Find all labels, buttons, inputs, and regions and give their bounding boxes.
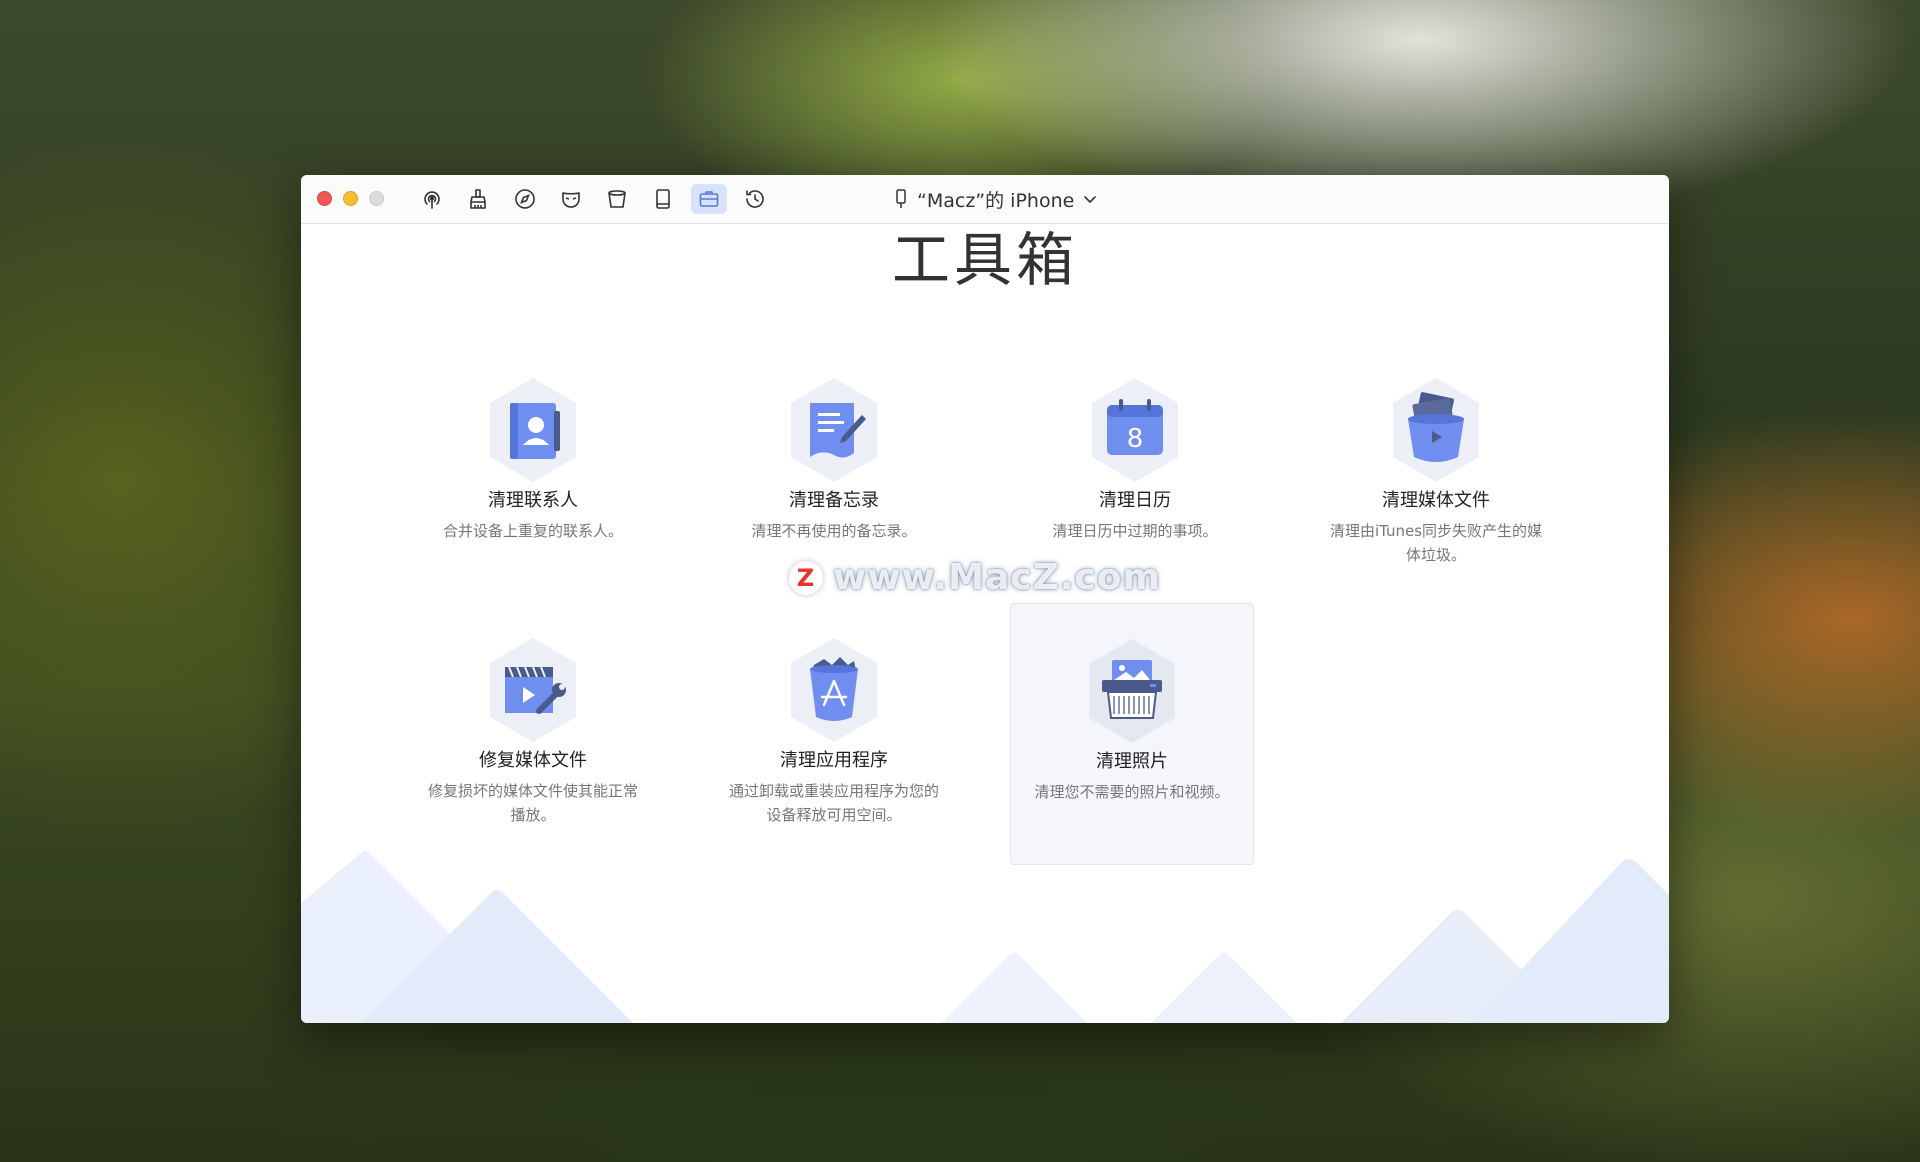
zoom-window-button[interactable] <box>369 191 384 206</box>
watermark-logo: Z <box>789 560 823 595</box>
calendar-day: 8 <box>1127 424 1144 454</box>
tool-name: 清理应用程序 <box>780 750 888 771</box>
tool-name: 修复媒体文件 <box>479 750 587 771</box>
toolbar-browser-button[interactable] <box>507 184 543 214</box>
tool-repair-media[interactable]: 修复媒体文件 修复损坏的媒体文件使其能正常播放。 <box>411 635 655 827</box>
media-hex <box>1386 375 1486 485</box>
repair-media-hex <box>483 635 583 745</box>
tool-clean-contacts[interactable]: 清理联系人 合并设备上重复的联系人。 <box>411 375 655 543</box>
app-window: “Macz”的 iPhone 工具箱 清理联系人 合并设备上重复的联系人。 清理… <box>301 175 1669 1023</box>
toolbar-trash-button[interactable] <box>599 184 635 214</box>
watermark-text: www.MacZ.com <box>833 557 1161 598</box>
chevron-down-icon <box>1084 196 1097 204</box>
page-title: 工具箱 <box>891 226 1078 294</box>
history-clock-icon <box>746 190 764 208</box>
contacts-hex <box>483 375 583 485</box>
tool-clean-apps[interactable]: 清理应用程序 通过卸载或重装应用程序为您的设备释放可用空间。 <box>712 635 956 827</box>
toolbar-history-button[interactable] <box>737 184 773 214</box>
tool-clean-notes[interactable]: 清理备忘录 清理不再使用的备忘录。 <box>712 375 956 543</box>
photo-hex <box>1082 636 1182 746</box>
photo-shredder-icon <box>1089 639 1175 743</box>
toolbox-icon <box>699 191 719 207</box>
tool-desc: 修复损坏的媒体文件使其能正常播放。 <box>427 782 638 824</box>
device-name: “Macz”的 iPhone <box>917 189 1075 212</box>
watermark: Z www.MacZ.com <box>789 557 1161 598</box>
tablet-icon <box>656 189 670 209</box>
notes-hex <box>784 375 884 485</box>
tool-desc: 清理您不需要的照片和视频。 <box>1034 783 1230 801</box>
calendar-icon: 8 <box>1092 378 1178 482</box>
tool-desc: 清理日历中过期的事项。 <box>1052 522 1218 540</box>
toolbar-clean-button[interactable] <box>460 184 496 214</box>
tool-clean-photos[interactable]: 清理照片 清理您不需要的照片和视频。 <box>1010 603 1254 865</box>
phone-icon <box>896 189 906 208</box>
toolbar-privacy-button[interactable] <box>553 184 589 214</box>
close-window-button[interactable] <box>317 191 332 206</box>
tool-name: 清理照片 <box>1096 751 1168 772</box>
tool-desc: 清理不再使用的备忘录。 <box>751 522 917 540</box>
notes-icon <box>791 378 877 482</box>
toolbar-device-button[interactable] <box>645 184 681 214</box>
trash-bin-icon <box>608 190 626 208</box>
safari-icon <box>515 189 535 209</box>
app-hex <box>784 635 884 745</box>
broom-icon <box>470 189 486 209</box>
tool-desc: 通过卸载或重装应用程序为您的设备释放可用空间。 <box>728 782 939 824</box>
mask-icon <box>562 192 580 208</box>
app-trash-icon <box>791 638 877 742</box>
tool-name: 清理备忘录 <box>789 490 879 511</box>
tool-name: 清理日历 <box>1099 490 1171 511</box>
toolbar-airplay-button[interactable] <box>414 184 450 214</box>
calendar-hex: 8 <box>1085 375 1185 485</box>
background-mountains <box>301 851 1669 1023</box>
tool-clean-media[interactable]: 清理媒体文件 清理由iTunes同步失败产生的媒体垃圾。 <box>1314 375 1558 567</box>
toolbar-toolbox-button[interactable] <box>691 184 727 214</box>
contacts-icon <box>490 378 576 482</box>
media-trash-icon <box>1393 378 1479 482</box>
tool-name: 清理联系人 <box>488 490 578 511</box>
tool-name: 清理媒体文件 <box>1382 490 1490 511</box>
minimize-window-button[interactable] <box>343 191 358 206</box>
repair-media-icon <box>490 638 576 742</box>
tool-desc: 清理由iTunes同步失败产生的媒体垃圾。 <box>1329 522 1543 564</box>
device-selector[interactable]: “Macz”的 iPhone <box>893 187 1098 212</box>
tool-desc: 合并设备上重复的联系人。 <box>442 522 623 540</box>
airplay-icon <box>424 191 440 209</box>
tool-clean-calendar[interactable]: 8 清理日历 清理日历中过期的事项。 <box>1013 375 1257 543</box>
